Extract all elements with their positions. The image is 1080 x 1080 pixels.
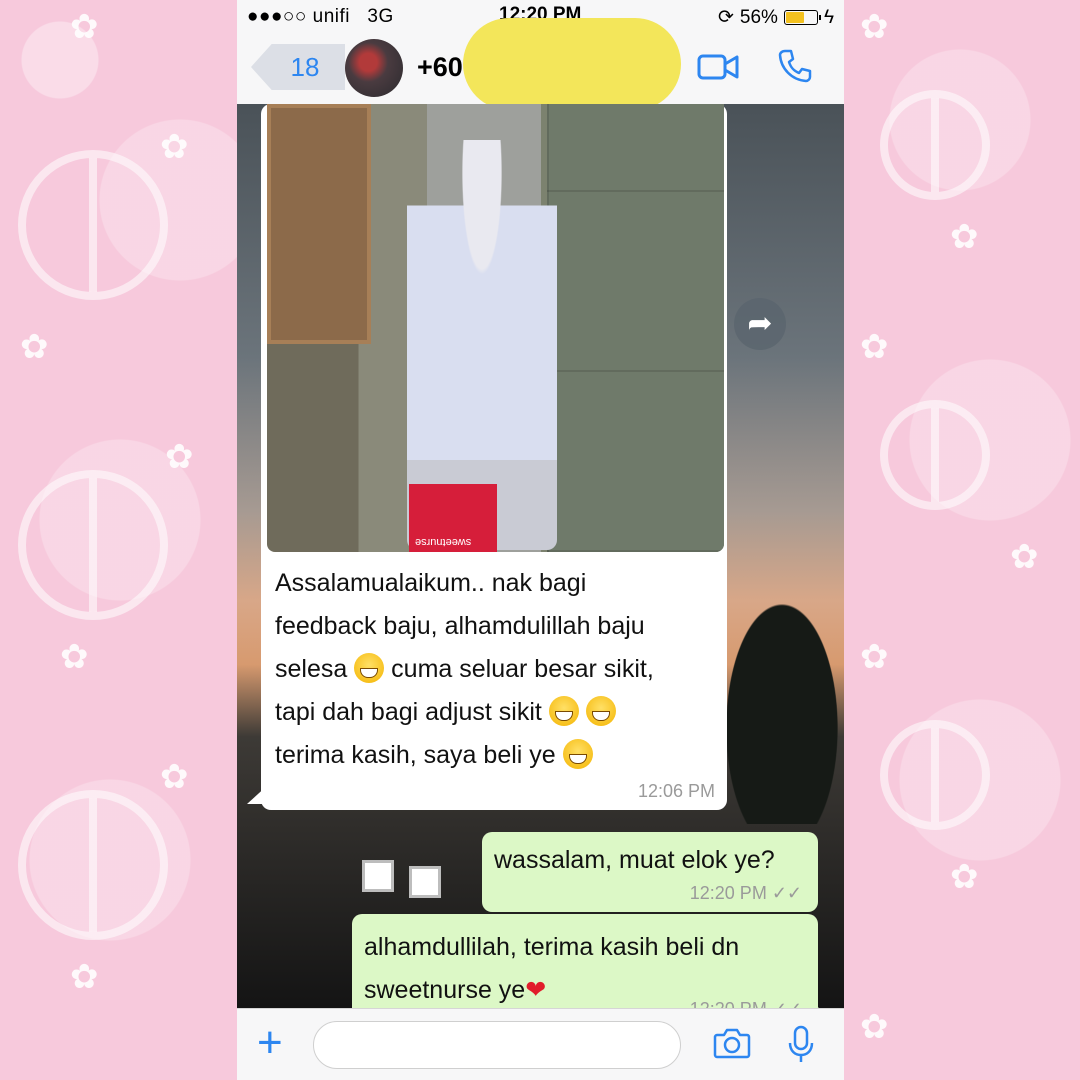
window-light — [362, 860, 394, 892]
grinning-emoji-icon — [585, 696, 616, 726]
avatar[interactable] — [345, 39, 403, 97]
corkboard — [267, 104, 371, 344]
plus-icon[interactable]: + — [257, 1021, 283, 1065]
message-timestamp: 12:06 PM — [637, 781, 715, 801]
battery-icon — [783, 10, 821, 25]
image-attachment[interactable]: sweetnurse — [267, 104, 724, 552]
grinning-emoji-icon — [354, 653, 385, 683]
flower-icon: ✿ — [860, 1008, 889, 1046]
chat-header: 18 +60 — [237, 18, 844, 110]
outgoing-message[interactable]: wassalam, muat elok ye? 12:20 PM ✓✓ — [482, 832, 818, 912]
message-line: selesa cuma seluar besar sikit, — [275, 653, 654, 683]
camera-icon[interactable] — [713, 1027, 751, 1059]
peace-symbol — [880, 90, 990, 200]
flower-icon: ✿ — [70, 8, 99, 46]
grinning-emoji-icon — [548, 696, 579, 726]
grinning-emoji-icon — [562, 739, 593, 769]
message-timestamp: 12:20 PM ✓✓ — [689, 883, 802, 903]
message-input[interactable] — [313, 1021, 681, 1069]
incoming-message[interactable]: sweetnurse Assalamualaikum.. nak bagi fe… — [261, 104, 727, 810]
battery-percent: 56% — [739, 6, 778, 28]
carrier-name: unifi — [312, 6, 351, 27]
peace-symbol — [18, 790, 168, 940]
peace-symbol — [880, 400, 990, 510]
phone-screen: ●●●○○ unifi 3G 12:20 PM ⟳ 56% ϟ 18 +60 s… — [237, 0, 844, 1080]
read-receipt-icon: ✓✓ — [771, 883, 802, 903]
flower-icon: ✿ — [860, 8, 889, 46]
input-bar: + — [237, 1008, 844, 1080]
flower-icon: ✿ — [860, 638, 889, 676]
flower-icon: ✿ — [160, 128, 189, 166]
chat-area[interactable]: sweetnurse Assalamualaikum.. nak bagi fe… — [237, 104, 844, 1008]
shopping-bag: sweetnurse — [409, 484, 497, 552]
tree-silhouette — [717, 584, 844, 824]
status-right: ⟳ 56% ϟ — [718, 6, 834, 29]
flower-icon: ✿ — [860, 328, 889, 366]
redaction-mark — [463, 18, 681, 110]
bag-label: sweetnurse — [415, 536, 472, 548]
message-text: alhamdullilah, terima kasih beli dn swee… — [364, 926, 784, 1008]
network-type: 3G — [367, 6, 394, 27]
flower-icon: ✿ — [1010, 538, 1039, 576]
message-line: tapi dah bagi adjust sikit — [275, 691, 715, 734]
flower-icon: ✿ — [950, 218, 979, 256]
message-line: feedback baju, alhamdulillah baju — [275, 612, 645, 640]
rotation-lock-icon: ⟳ — [717, 7, 734, 28]
charging-icon: ϟ — [823, 6, 834, 28]
flower-icon: ✿ — [165, 438, 194, 476]
read-receipt-icon: ✓✓ — [772, 999, 802, 1008]
message-line: alhamdullilah, terima kasih beli dn — [364, 933, 740, 961]
forward-icon[interactable]: ➦ — [734, 298, 786, 350]
window-light — [409, 866, 441, 898]
peace-symbol — [880, 720, 990, 830]
message-timestamp: 12:20 PM ✓✓ — [690, 999, 802, 1008]
message-line: Assalamualaikum.. nak bagi — [275, 569, 587, 597]
back-button[interactable]: 18 — [251, 44, 345, 90]
video-call-icon[interactable] — [697, 52, 739, 82]
flower-icon: ✿ — [70, 958, 99, 996]
peace-symbol — [18, 150, 168, 300]
flower-icon: ✿ — [60, 638, 89, 676]
contact-name[interactable]: +60 — [417, 52, 463, 83]
heart-emoji-icon: ❤ — [525, 976, 547, 1004]
flower-icon: ✿ — [950, 858, 979, 896]
flower-icon: ✿ — [20, 328, 49, 366]
phone-icon[interactable] — [777, 48, 813, 84]
peace-symbol — [18, 470, 168, 620]
flower-icon: ✿ — [160, 758, 189, 796]
outgoing-message[interactable]: alhamdullilah, terima kasih beli dn swee… — [352, 914, 818, 1008]
microphone-icon[interactable] — [787, 1025, 815, 1065]
message-text: Assalamualaikum.. nak bagi feedback baju… — [275, 562, 715, 777]
tiled-wall — [547, 104, 724, 552]
message-text: wassalam, muat elok ye? — [494, 846, 775, 874]
status-left: ●●●○○ unifi 3G — [247, 6, 394, 28]
signal-strength: ●●●○○ — [247, 6, 307, 27]
message-line: terima kasih, saya beli ye — [275, 734, 715, 777]
